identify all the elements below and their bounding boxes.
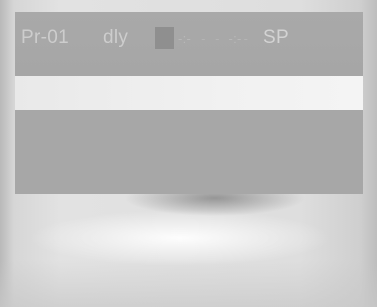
segment-marker-icon-2: -:- <box>228 30 242 46</box>
segment-marker-icon: -:- <box>178 30 192 46</box>
setpoint-label: SP <box>262 27 289 48</box>
status-header-bar: Pr-01 dly -:- - - -:- - SP <box>15 12 363 76</box>
status-row: Pr-01 dly -:- - - -:- - SP <box>21 26 289 50</box>
level-indicator-block <box>155 27 174 49</box>
display-screen: Pr-01 dly -:- - - -:- - SP <box>0 0 377 307</box>
mode-label: dly <box>103 27 129 48</box>
bottom-shading <box>0 260 377 307</box>
main-display-panel <box>15 110 363 194</box>
segment-dash-end: - <box>243 30 251 46</box>
program-label: Pr-01 <box>21 27 69 48</box>
segment-dashes: - - <box>201 30 223 46</box>
separator-strip <box>15 76 363 110</box>
